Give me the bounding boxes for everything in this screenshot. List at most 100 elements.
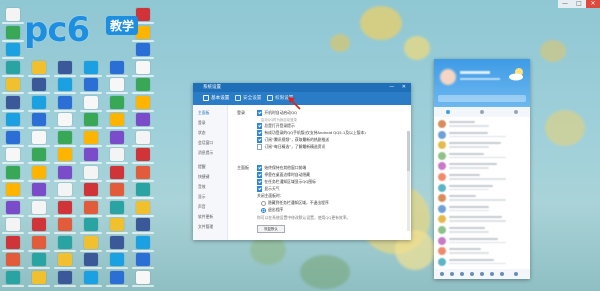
conversation-item[interactable] [438, 130, 526, 140]
desktop-app-icon[interactable] [6, 95, 20, 109]
desktop-app-icon[interactable] [6, 130, 20, 144]
menu-icon[interactable] [440, 272, 444, 276]
option-tray-icon[interactable]: 在任务栏通知区域显示QQ图标 [257, 179, 316, 185]
desktop-app-icon[interactable] [136, 60, 150, 74]
desktop-app-icon[interactable] [136, 165, 150, 179]
sidebar-item-software-update[interactable]: 软件更新 [198, 214, 213, 220]
desktop-app-icon[interactable] [6, 270, 20, 284]
desktop-app-icon[interactable] [84, 78, 98, 91]
option-auto-hide[interactable]: 停靠在桌面边缘时自动隐藏 [257, 172, 310, 178]
desktop-app-icon[interactable] [32, 165, 46, 179]
desktop-app-icon[interactable] [32, 200, 46, 214]
desktop-app-icon[interactable] [136, 113, 150, 126]
app-manager-icon[interactable] [514, 272, 518, 276]
contacts-tab-icon[interactable] [480, 110, 484, 114]
option-tencent-video[interactable]: 订阅“腾讯视频”，获取最新的热剧推送 [257, 137, 329, 143]
space-tab-icon[interactable] [514, 110, 518, 114]
desktop-app-icon[interactable] [6, 200, 20, 214]
conversation-item[interactable] [438, 204, 526, 214]
checkbox[interactable] [257, 123, 263, 129]
desktop-app-icon[interactable] [110, 165, 124, 179]
desktop-app-icon[interactable] [32, 235, 46, 249]
desktop-app-icon[interactable] [58, 148, 72, 161]
desktop-app-icon[interactable] [32, 78, 46, 91]
option-login-prompt[interactable]: 总是打开登录提示 [257, 123, 295, 129]
sidebar-item-message-prompt[interactable]: 消息提示 [198, 150, 213, 156]
checkbox[interactable] [257, 110, 263, 116]
checkbox[interactable] [257, 137, 263, 143]
message-tab-icon[interactable] [446, 110, 450, 114]
mail-icon[interactable] [470, 272, 474, 276]
desktop-app-icon[interactable] [32, 253, 46, 266]
sidebar-item-reminder[interactable]: 提醒 [198, 164, 206, 170]
desktop-app-icon[interactable] [58, 78, 72, 91]
option-show-weather[interactable]: 显示天气 [257, 186, 280, 192]
desktop-app-icon[interactable] [6, 218, 20, 231]
sidebar-item-main-panel[interactable]: 主面板 [198, 110, 209, 116]
checkbox[interactable] [257, 130, 263, 136]
file-icon[interactable] [460, 272, 464, 276]
desktop-app-icon[interactable] [6, 148, 20, 161]
desktop-app-icon[interactable] [84, 218, 98, 231]
restore-button[interactable]: □ [572, 0, 586, 8]
desktop-app-icon[interactable] [6, 235, 20, 249]
conversation-item[interactable] [438, 257, 526, 267]
desktop-app-icon[interactable] [84, 270, 98, 284]
desktop-app-icon[interactable] [110, 270, 124, 284]
desktop-app-icon[interactable] [110, 218, 124, 231]
desktop-app-icon[interactable] [58, 165, 72, 179]
desktop-app-icon[interactable] [110, 95, 124, 109]
restore-defaults-button[interactable]: 恢复默认 [257, 225, 285, 233]
sidebar-item-sound[interactable]: 声音 [198, 204, 206, 210]
desktop-app-icon[interactable] [32, 95, 46, 109]
desktop-app-icon[interactable] [58, 183, 72, 196]
desktop-app-icon[interactable] [110, 130, 124, 144]
conversation-item[interactable] [438, 183, 526, 193]
desktop-app-icon[interactable] [110, 235, 124, 249]
desktop-app-icon[interactable] [58, 218, 72, 231]
conversation-item[interactable] [438, 172, 526, 182]
conversation-item[interactable] [438, 214, 526, 224]
app-icon[interactable] [500, 272, 504, 276]
sidebar-item-login[interactable]: 登录 [198, 120, 206, 126]
desktop-app-icon[interactable] [6, 165, 20, 179]
desktop-app-icon[interactable] [136, 200, 150, 214]
desktop-app-icon[interactable] [136, 253, 150, 266]
desktop-app-icon[interactable] [32, 148, 46, 161]
desktop-app-icon[interactable] [6, 113, 20, 126]
desktop-app-icon[interactable] [136, 148, 150, 161]
checkbox[interactable] [257, 144, 263, 150]
settings-scrollbar[interactable] [407, 131, 410, 231]
desktop-app-icon[interactable] [84, 95, 98, 109]
desktop-app-icon[interactable] [58, 200, 72, 214]
option-mobile-login[interactable]: 有成功登录的QQ手机版(仅支持Android QQ5.1及以上版本) [257, 130, 366, 136]
desktop-app-icon[interactable] [6, 78, 20, 91]
sidebar-item-display[interactable]: 显示 [198, 194, 206, 200]
sidebar-item-file-management[interactable]: 文件管理 [198, 224, 213, 230]
settings-title-controls[interactable]: — ✕ [389, 84, 409, 90]
desktop-app-icon[interactable] [110, 200, 124, 214]
radio[interactable] [261, 200, 266, 206]
sidebar-item-sound-effects[interactable]: 音效 [198, 184, 206, 190]
desktop-app-icon[interactable] [58, 113, 72, 126]
checkbox[interactable] [257, 165, 263, 171]
app-icon[interactable] [490, 272, 494, 276]
desktop-app-icon[interactable] [32, 183, 46, 196]
tab-basic-settings[interactable]: 基本设置 [203, 94, 229, 103]
option-always-on-top[interactable]: 始终保持在其他窗口前端 [257, 165, 306, 171]
option-exit-program[interactable]: 退出程序 [261, 207, 283, 213]
option-daily-picks[interactable]: 订阅“每日精选”，了解最新精选资讯 [257, 144, 325, 150]
avatar[interactable] [440, 69, 456, 85]
sidebar-item-chat-window[interactable]: 会话窗口 [198, 140, 213, 146]
qq-search-input[interactable] [438, 95, 526, 102]
checkbox[interactable] [257, 172, 263, 178]
desktop-app-icon[interactable] [110, 148, 124, 161]
desktop-app-icon[interactable] [58, 270, 72, 284]
conversation-item[interactable] [438, 236, 526, 246]
desktop-app-icon[interactable] [84, 165, 98, 179]
desktop-app-icon[interactable] [136, 218, 150, 231]
option-hide-to-tray[interactable]: 隐藏到任务栏通知区域，不退出程序 [261, 200, 329, 206]
desktop-app-icon[interactable] [110, 183, 124, 196]
desktop-app-icon[interactable] [32, 270, 46, 284]
conversation-item[interactable] [438, 119, 526, 129]
